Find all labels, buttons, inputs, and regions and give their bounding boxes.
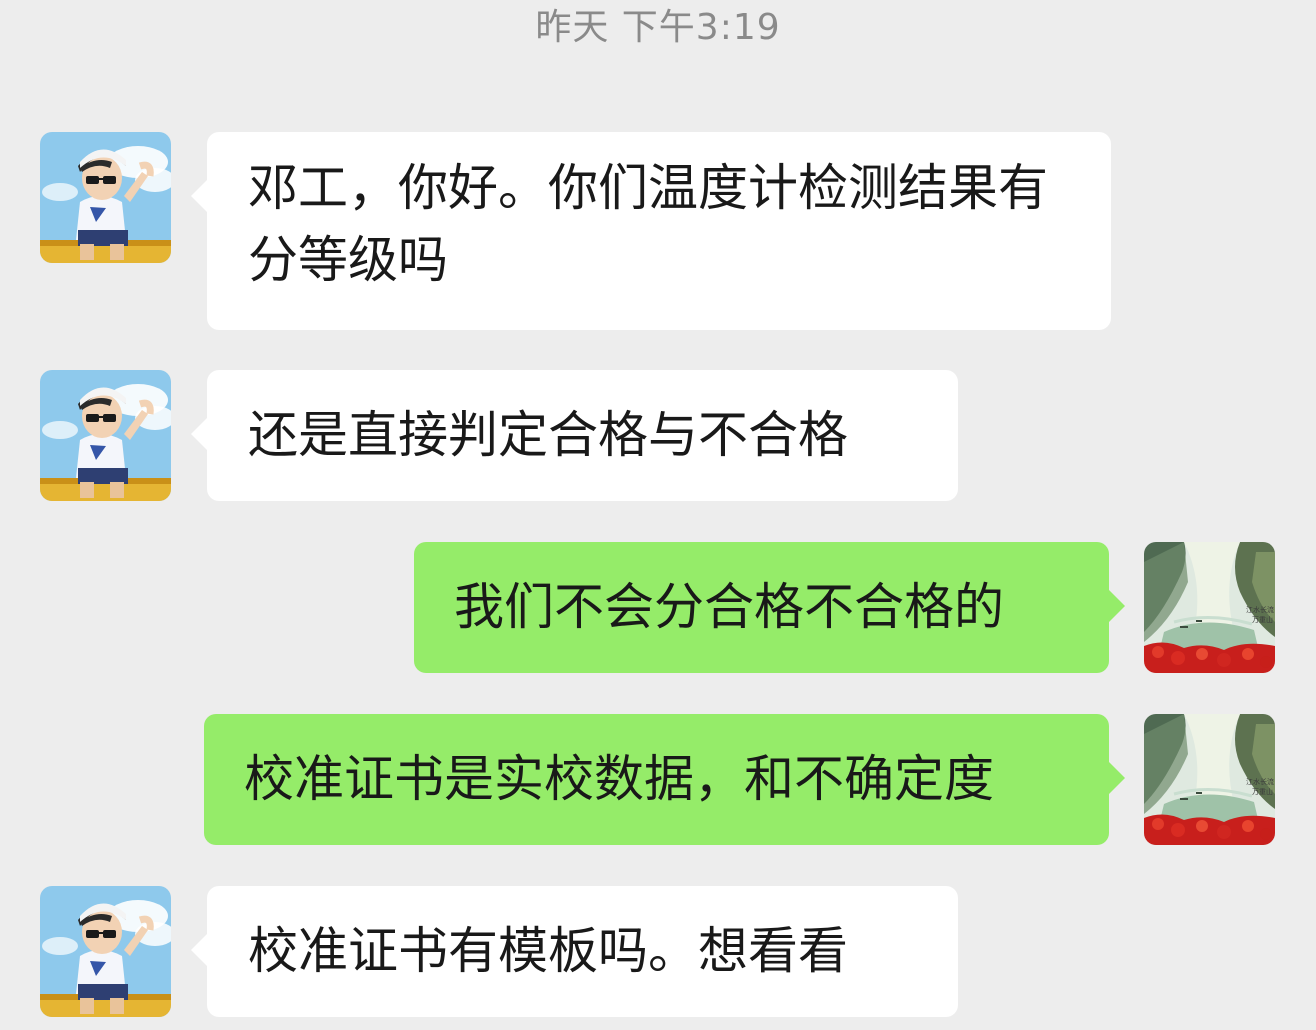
- message-text: 校准证书是实校数据，和不确定度: [244, 750, 994, 808]
- incoming-message-bubble[interactable]: 校准证书有模板吗。想看看: [191, 886, 958, 1017]
- river-gorge-landscape-avatar-icon: [1144, 714, 1275, 845]
- contact-avatar[interactable]: [40, 370, 171, 501]
- contact-avatar[interactable]: [40, 886, 171, 1017]
- river-gorge-landscape-avatar-icon: [1144, 542, 1275, 673]
- incoming-message-bubble[interactable]: 还是直接判定合格与不合格: [191, 370, 958, 501]
- message-text: 校准证书有模板吗。想看看: [248, 922, 848, 980]
- contact-avatar[interactable]: [40, 132, 171, 263]
- message-text: 邓工，你好。你们温度计检测结果有分等级吗: [248, 159, 1048, 289]
- boy-with-cap-avatar-icon: [40, 370, 171, 501]
- outgoing-message-bubble[interactable]: 我们不会分合格不合格的: [414, 542, 1125, 673]
- boy-with-cap-avatar-icon: [40, 132, 171, 263]
- message-text: 我们不会分合格不合格的: [454, 578, 1004, 636]
- message-text: 还是直接判定合格与不合格: [248, 406, 848, 464]
- self-avatar[interactable]: [1144, 714, 1275, 845]
- outgoing-message-bubble[interactable]: 校准证书是实校数据，和不确定度: [204, 714, 1125, 845]
- boy-with-cap-avatar-icon: [40, 886, 171, 1017]
- self-avatar[interactable]: [1144, 542, 1275, 673]
- incoming-message-bubble[interactable]: 邓工，你好。你们温度计检测结果有分等级吗: [191, 132, 1111, 330]
- chat-timestamp: 昨天 下午3:19: [535, 7, 781, 48]
